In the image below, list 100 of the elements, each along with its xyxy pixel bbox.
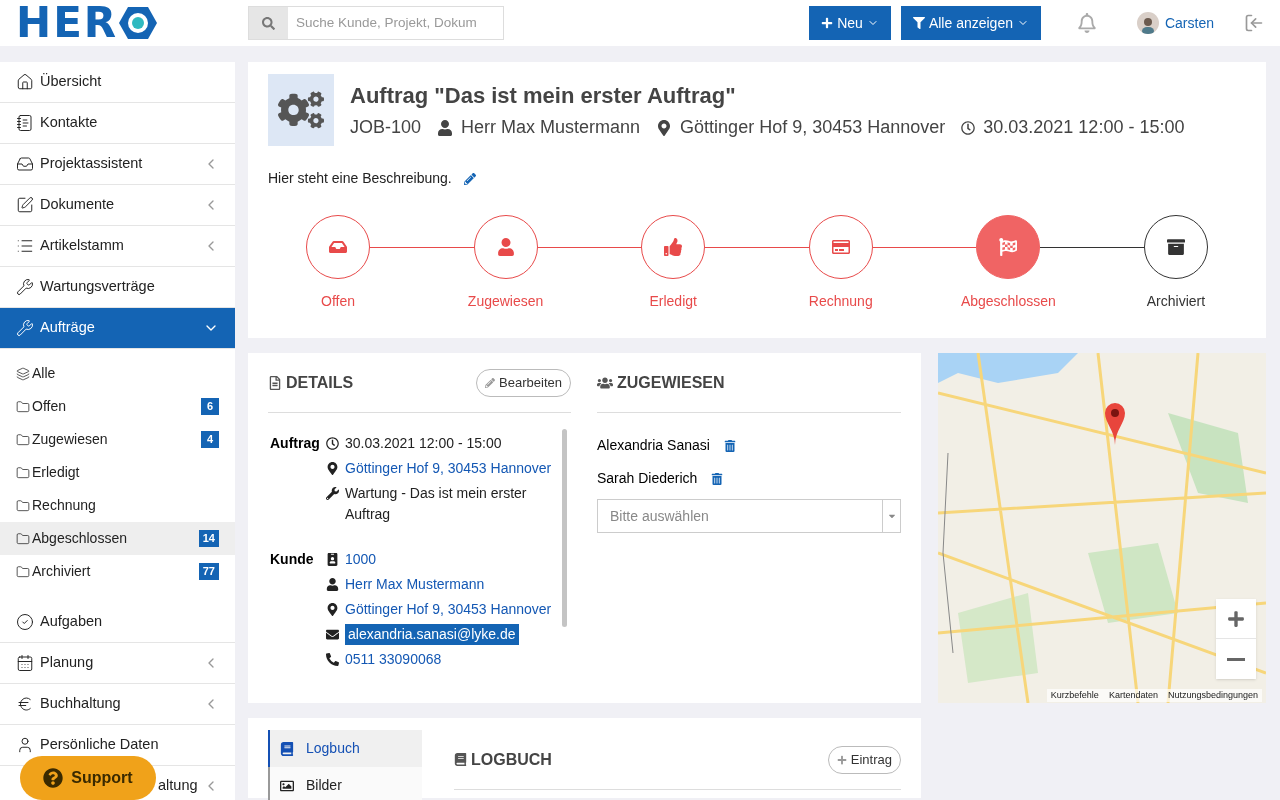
wrench-icon (16, 319, 34, 337)
sidebar-item-label[interactable]: Persönliche Daten (40, 734, 159, 756)
wrench-icon (16, 278, 34, 296)
calendar-icon (16, 654, 34, 672)
folder-icon (16, 498, 30, 513)
help-icon (43, 768, 64, 788)
logout-icon[interactable] (1244, 13, 1264, 33)
user-icon (496, 238, 515, 256)
count-badge: 6 (201, 398, 219, 415)
euro-icon (16, 695, 34, 713)
group-label: Auftrag (269, 434, 321, 453)
job-number: JOB-100 (350, 116, 422, 139)
folder-icon (16, 465, 30, 480)
pencil-icon[interactable] (463, 172, 476, 185)
sidebar-subitem[interactable]: Alle (0, 357, 235, 390)
detail-link[interactable]: 0511 33090068 (345, 649, 442, 670)
plus-icon (1227, 609, 1245, 628)
clock-icon (326, 437, 339, 450)
user-icon (437, 119, 454, 136)
inbox-icon (16, 155, 34, 173)
list-icon (16, 237, 34, 255)
sidebar-item-label[interactable]: altung (158, 775, 198, 797)
folder-icon (16, 564, 30, 579)
map-attribution-link[interactable]: Kartendaten (1108, 688, 1158, 702)
map-marker-icon (326, 462, 339, 475)
job-address: Göttinger Hof 9, 30453 Hannover (680, 116, 946, 139)
sidebar-item[interactable]: Projektassistent (0, 144, 235, 185)
sidebar-item[interactable]: Artikelstamm (0, 226, 235, 267)
assignee-name: Alexandria Sanasi (597, 436, 710, 455)
count-badge: 4 (201, 431, 219, 448)
sidebar-item[interactable]: Übersicht (0, 62, 235, 103)
sidebar-subitem[interactable]: Zugewiesen 4 (0, 423, 235, 456)
job-title: Auftrag "Das ist mein erster Auftrag" (350, 82, 737, 110)
sidebar-subitem[interactable]: Offen 6 (0, 390, 235, 423)
status-step-label: Rechnung (808, 292, 873, 311)
job-date: 30.03.2021 12:00 - 15:00 (983, 116, 1185, 139)
assignee-select[interactable]: Bitte auswählen (597, 499, 901, 533)
sidebar-subitem[interactable]: Rechnung (0, 489, 235, 522)
plus-icon (836, 754, 847, 765)
log-tab[interactable]: Logbuch (268, 730, 422, 767)
sidebar-item[interactable]: Planung (0, 643, 235, 684)
sidebar-subitem[interactable]: Abgeschlossen 14 (0, 522, 235, 555)
notebook-icon (16, 114, 34, 132)
sidebar-item[interactable]: Dokumente (0, 185, 235, 226)
thumbs-up-icon (664, 238, 683, 256)
notification-bell-icon[interactable] (1076, 13, 1097, 33)
group-label: Kunde (269, 550, 315, 569)
sidebar-subitem[interactable]: Archiviert 77 (0, 555, 235, 588)
count-badge: 77 (198, 563, 219, 580)
home-icon (16, 73, 34, 91)
credit-card-icon (831, 238, 850, 256)
detail-link[interactable]: Göttinger Hof 9, 30453 Hannover (345, 599, 552, 620)
sidebar-item[interactable]: Kontakte (0, 103, 235, 144)
map-marker-icon (326, 603, 339, 616)
detail-link[interactable]: Herr Max Mustermann (345, 574, 485, 595)
new-button[interactable]: Neu (809, 6, 891, 40)
customer-name: Herr Max Mustermann (461, 116, 641, 139)
map[interactable]: Kurzbefehle Kartendaten Nutzungsbedingungen (938, 353, 1266, 703)
detail-link[interactable]: Göttinger Hof 9, 30453 Hannover (345, 458, 552, 479)
detail-link[interactable]: alexandria.sanasi@lyke.de (345, 624, 519, 645)
log-tab[interactable]: Bilder (268, 767, 422, 800)
scrollbar[interactable] (562, 429, 567, 627)
map-attribution-link[interactable]: Nutzungsbedingungen (1167, 688, 1258, 702)
job-description: Hier steht eine Beschreibung. (268, 169, 452, 188)
check-circle-icon (16, 613, 34, 631)
trash-icon[interactable] (711, 472, 724, 485)
clock-icon (961, 120, 976, 135)
plus-icon (821, 17, 834, 29)
user-icon (326, 578, 339, 591)
book-icon (454, 753, 467, 766)
phone-icon (326, 653, 339, 666)
search-icon[interactable] (262, 16, 275, 30)
map-attribution-link[interactable]: Kurzbefehle (1050, 688, 1099, 702)
sidebar-subitem[interactable]: Erledigt (0, 456, 235, 489)
search-box[interactable]: Suche Kunde, Projekt, Dokum (248, 6, 504, 40)
user-name-link[interactable]: Carsten (1164, 12, 1214, 34)
logo-text: HER (16, 2, 119, 44)
layers-icon (16, 366, 30, 381)
envelope-icon (326, 628, 339, 641)
id-badge-icon (326, 553, 339, 566)
sidebar-item[interactable]: Aufgaben (0, 602, 235, 643)
sidebar-item[interactable]: Aufträge (0, 308, 235, 349)
status-step-label: Zugewiesen (467, 292, 544, 311)
avatar[interactable] (1136, 12, 1159, 34)
section-title: LOGBUCH (471, 749, 553, 770)
document-icon (268, 375, 282, 390)
section-title: ZUGEWIESEN (617, 372, 726, 393)
sidebar-item[interactable]: Buchhaltung (0, 684, 235, 725)
search-field[interactable]: Suche Kunde, Projekt, Dokum (288, 7, 503, 39)
filter-button[interactable]: Alle anzeigen (900, 6, 1041, 40)
edit-icon (16, 196, 34, 214)
detail-link[interactable]: 1000 (345, 549, 377, 570)
section-title: DETAILS (286, 372, 355, 393)
support-button[interactable]: Support (20, 756, 156, 800)
flag-icon (999, 238, 1018, 256)
status-step-label: Archiviert (1146, 292, 1206, 311)
pencil-icon (485, 377, 496, 388)
book-icon (280, 741, 294, 756)
archive-icon (1166, 238, 1185, 256)
trash-icon[interactable] (723, 439, 736, 452)
